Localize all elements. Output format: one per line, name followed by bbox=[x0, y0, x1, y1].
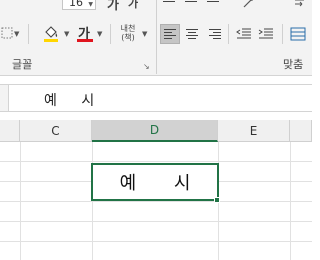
align-group-label: 맞춤 bbox=[283, 58, 304, 71]
grow-font-button[interactable]: 가 bbox=[106, 0, 120, 13]
formula-bar[interactable]: 예 시 bbox=[0, 84, 312, 112]
formula-bar-value: 예 시 bbox=[44, 93, 105, 109]
column-header-c[interactable]: C bbox=[20, 120, 92, 142]
grid-line bbox=[290, 142, 291, 260]
column-header-e[interactable]: E bbox=[218, 120, 290, 142]
border-button[interactable] bbox=[0, 24, 14, 42]
phonetic-button[interactable]: 내천 (책) bbox=[116, 20, 140, 46]
border-icon bbox=[1, 27, 13, 39]
paint-bucket-icon bbox=[44, 26, 58, 42]
grid-line bbox=[20, 142, 21, 260]
wrap-text-button[interactable] bbox=[290, 0, 310, 10]
chevron-down-icon: ▼ bbox=[142, 30, 148, 38]
align-middle-button[interactable] bbox=[182, 0, 202, 10]
increase-indent-icon bbox=[258, 28, 273, 39]
merge-cells-icon bbox=[290, 27, 306, 41]
font-color-button[interactable]: 가 bbox=[74, 22, 96, 44]
chevron-down-icon: ▼ bbox=[64, 30, 70, 38]
chevron-down-icon: ▼ bbox=[97, 30, 103, 38]
font-size-select[interactable]: 16 ▼ bbox=[62, 0, 96, 10]
name-box-edge bbox=[0, 85, 9, 111]
shrink-font-button[interactable]: 가 bbox=[126, 0, 140, 10]
wrap-text-icon bbox=[295, 0, 304, 7]
font-dialog-launcher-icon[interactable]: ↘ bbox=[143, 62, 150, 71]
align-center-button[interactable] bbox=[182, 24, 202, 44]
decrease-indent-button[interactable] bbox=[234, 24, 254, 44]
chevron-down-icon: ▼ bbox=[14, 30, 20, 38]
font-size-value: 16 bbox=[69, 0, 83, 9]
fill-color-button[interactable] bbox=[40, 22, 62, 44]
merge-center-button[interactable] bbox=[288, 24, 308, 44]
orientation-icon bbox=[243, 0, 253, 8]
align-top-button[interactable] bbox=[160, 0, 180, 10]
align-right-button[interactable] bbox=[204, 24, 224, 44]
ribbon: 16 ▼ 가 가 ▼ ▼ 가 ▼ 내천 (책) ▼ 글꼴 ↘ 맞춤 bbox=[0, 0, 312, 76]
decrease-indent-icon bbox=[236, 28, 251, 39]
phonetic-sub: (책) bbox=[121, 33, 135, 42]
font-group-label: 글꼴 bbox=[12, 58, 33, 71]
active-cell[interactable]: 예 시 bbox=[91, 163, 219, 201]
spacer bbox=[0, 112, 312, 120]
phonetic-label: 내천 bbox=[120, 24, 136, 33]
increase-indent-button[interactable] bbox=[256, 24, 276, 44]
font-color-swatch bbox=[77, 39, 93, 42]
chevron-down-icon: ▼ bbox=[88, 1, 93, 8]
column-header-d[interactable]: D bbox=[92, 120, 218, 142]
fill-handle[interactable] bbox=[214, 197, 220, 203]
column-header-partial-right[interactable] bbox=[290, 120, 312, 142]
align-left-button[interactable] bbox=[160, 24, 180, 44]
sheet-grid[interactable] bbox=[0, 142, 312, 260]
orientation-button[interactable] bbox=[238, 0, 264, 10]
column-header-partial[interactable] bbox=[0, 120, 20, 142]
align-bottom-button[interactable] bbox=[204, 0, 224, 10]
grid-line bbox=[92, 142, 93, 260]
